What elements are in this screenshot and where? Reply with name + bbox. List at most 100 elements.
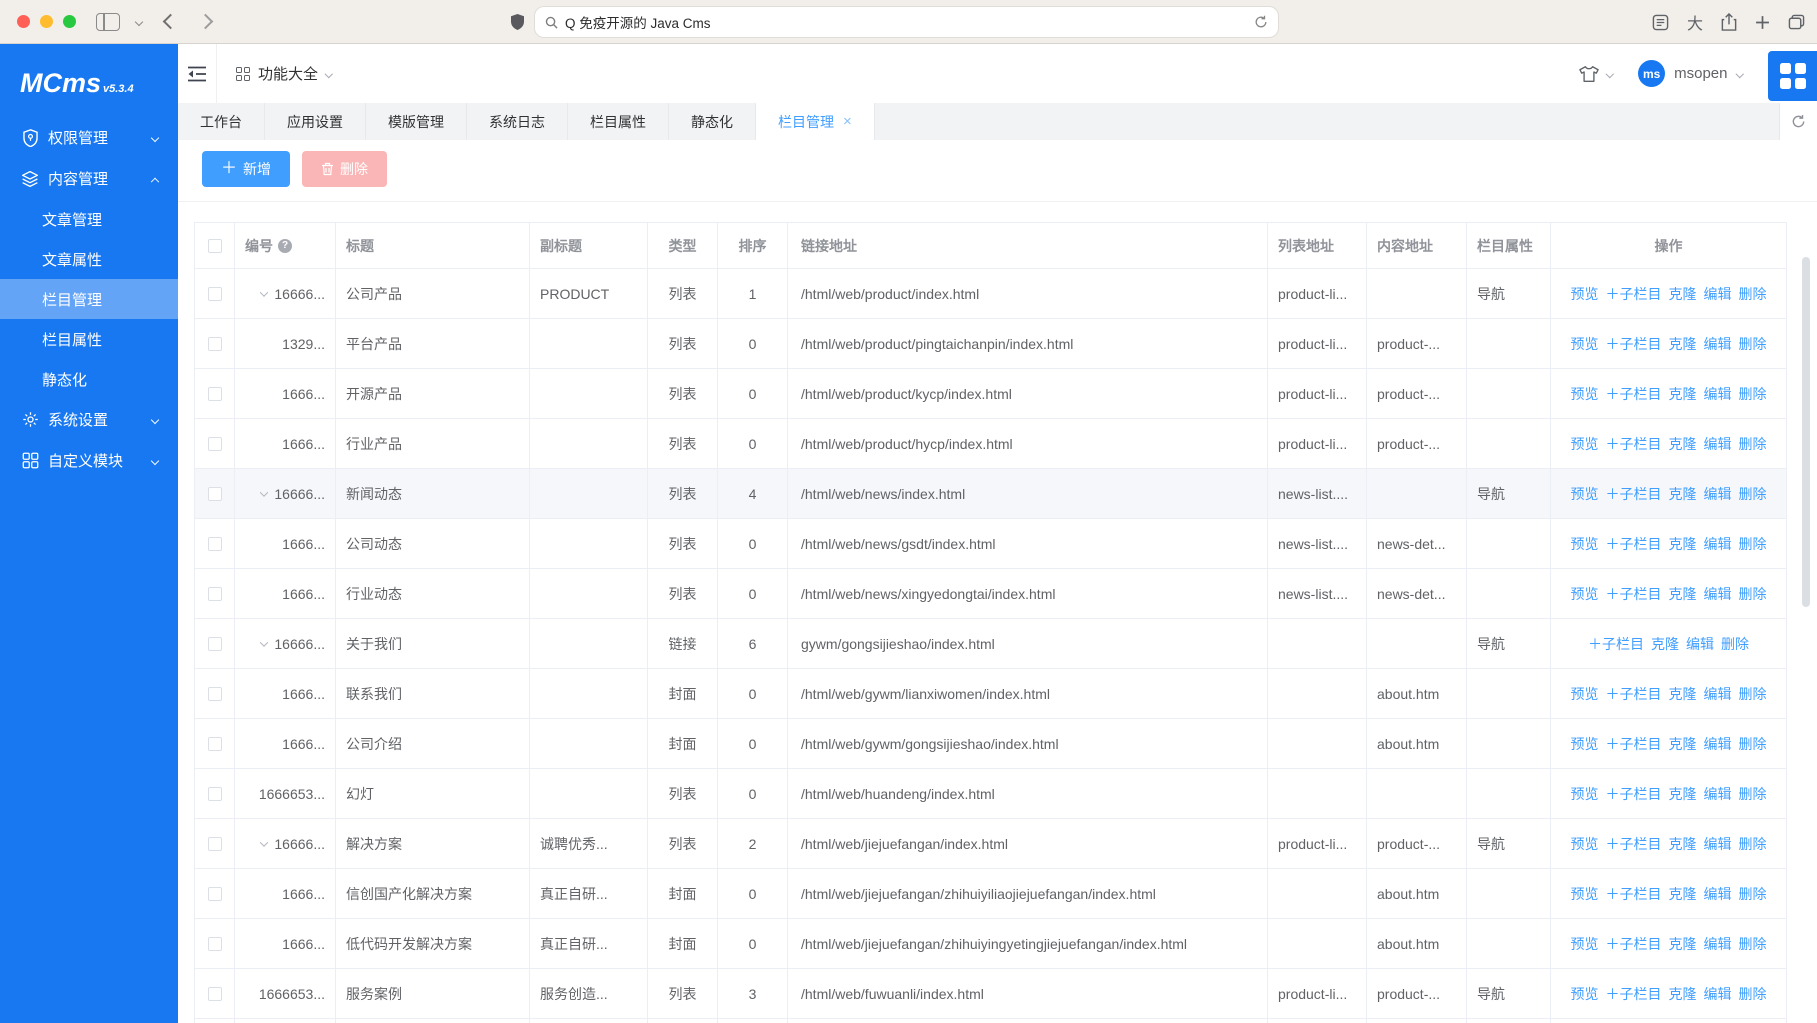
action-preview[interactable]: 预览	[1571, 534, 1599, 554]
action-clone[interactable]: 克隆	[1669, 934, 1697, 954]
action-delete[interactable]: 删除	[1739, 434, 1767, 454]
action-add-child[interactable]: ＋子栏目	[1606, 984, 1662, 1004]
action-clone[interactable]: 克隆	[1669, 684, 1697, 704]
action-edit[interactable]: 编辑	[1704, 834, 1732, 854]
app-grid-button[interactable]	[1768, 51, 1817, 101]
expand-row-icon[interactable]	[260, 638, 268, 646]
tab-工作台[interactable]: 工作台	[178, 103, 265, 140]
action-delete[interactable]: 删除	[1739, 984, 1767, 1004]
collapse-sidebar-icon[interactable]	[187, 65, 207, 83]
action-edit[interactable]: 编辑	[1704, 684, 1732, 704]
action-clone[interactable]: 克隆	[1669, 734, 1697, 754]
row-checkbox[interactable]	[208, 387, 222, 401]
sidebar-item-文章属性[interactable]: 文章属性	[0, 239, 178, 279]
action-preview[interactable]: 预览	[1571, 834, 1599, 854]
action-add-child[interactable]: ＋子栏目	[1606, 434, 1662, 454]
action-edit[interactable]: 编辑	[1704, 284, 1732, 304]
add-button[interactable]: ＋ 新增	[202, 151, 290, 187]
action-clone[interactable]: 克隆	[1669, 884, 1697, 904]
action-clone[interactable]: 克隆	[1669, 584, 1697, 604]
action-edit[interactable]: 编辑	[1704, 784, 1732, 804]
action-add-child[interactable]: ＋子栏目	[1588, 634, 1644, 654]
action-add-child[interactable]: ＋子栏目	[1606, 584, 1662, 604]
sidebar-item-栏目属性[interactable]: 栏目属性	[0, 319, 178, 359]
action-edit[interactable]: 编辑	[1704, 884, 1732, 904]
close-tab-icon[interactable]: ×	[843, 114, 852, 129]
action-clone[interactable]: 克隆	[1669, 834, 1697, 854]
row-checkbox[interactable]	[208, 737, 222, 751]
tab-应用设置[interactable]: 应用设置	[265, 103, 366, 140]
tab-模版管理[interactable]: 模版管理	[366, 103, 467, 140]
action-delete[interactable]: 删除	[1739, 484, 1767, 504]
tab-overview-icon[interactable]	[1788, 14, 1805, 30]
row-checkbox[interactable]	[208, 937, 222, 951]
action-preview[interactable]: 预览	[1571, 684, 1599, 704]
tab-静态化[interactable]: 静态化	[669, 103, 756, 140]
action-edit[interactable]: 编辑	[1704, 434, 1732, 454]
sidebar-group-系统设置[interactable]: 系统设置	[0, 399, 178, 440]
row-checkbox[interactable]	[208, 587, 222, 601]
action-preview[interactable]: 预览	[1571, 784, 1599, 804]
user-menu[interactable]: ms msopen	[1638, 60, 1742, 87]
action-clone[interactable]: 克隆	[1669, 784, 1697, 804]
new-tab-icon[interactable]	[1755, 15, 1770, 30]
reader-icon[interactable]	[1652, 14, 1669, 31]
action-edit[interactable]: 编辑	[1686, 634, 1714, 654]
action-add-child[interactable]: ＋子栏目	[1606, 784, 1662, 804]
action-delete[interactable]: 删除	[1739, 934, 1767, 954]
sidebar-item-文章管理[interactable]: 文章管理	[0, 199, 178, 239]
action-add-child[interactable]: ＋子栏目	[1606, 534, 1662, 554]
action-preview[interactable]: 预览	[1571, 434, 1599, 454]
row-checkbox[interactable]	[208, 537, 222, 551]
action-delete[interactable]: 删除	[1739, 684, 1767, 704]
refresh-tab-button[interactable]	[1779, 103, 1817, 140]
sidebar-group-自定义模块[interactable]: 自定义模块	[0, 440, 178, 481]
function-menu[interactable]: 功能大全	[236, 63, 332, 84]
action-preview[interactable]: 预览	[1571, 484, 1599, 504]
delete-button[interactable]: 删除	[302, 151, 387, 187]
chevron-down-icon[interactable]	[135, 18, 143, 26]
row-checkbox[interactable]	[208, 287, 222, 301]
tab-栏目属性[interactable]: 栏目属性	[568, 103, 669, 140]
action-delete[interactable]: 删除	[1739, 384, 1767, 404]
row-checkbox[interactable]	[208, 687, 222, 701]
action-preview[interactable]: 预览	[1571, 984, 1599, 1004]
action-edit[interactable]: 编辑	[1704, 934, 1732, 954]
action-clone[interactable]: 克隆	[1651, 634, 1679, 654]
reload-icon[interactable]	[1254, 15, 1268, 29]
row-checkbox[interactable]	[208, 837, 222, 851]
action-edit[interactable]: 编辑	[1704, 384, 1732, 404]
row-checkbox[interactable]	[208, 887, 222, 901]
text-size-icon[interactable]: 大	[1687, 10, 1703, 34]
sidebar-item-栏目管理[interactable]: 栏目管理	[0, 279, 178, 319]
action-preview[interactable]: 预览	[1571, 584, 1599, 604]
action-preview[interactable]: 预览	[1571, 334, 1599, 354]
row-checkbox[interactable]	[208, 637, 222, 651]
action-clone[interactable]: 克隆	[1669, 484, 1697, 504]
row-checkbox[interactable]	[208, 337, 222, 351]
expand-row-icon[interactable]	[260, 488, 268, 496]
action-delete[interactable]: 删除	[1739, 534, 1767, 554]
action-delete[interactable]: 删除	[1721, 634, 1749, 654]
expand-row-icon[interactable]	[260, 838, 268, 846]
sidebar-group-内容管理[interactable]: 内容管理	[0, 158, 178, 199]
action-clone[interactable]: 克隆	[1669, 384, 1697, 404]
back-button[interactable]	[163, 14, 179, 30]
action-add-child[interactable]: ＋子栏目	[1606, 484, 1662, 504]
select-all-checkbox[interactable]	[208, 239, 222, 253]
zoom-window-button[interactable]	[63, 15, 76, 28]
action-edit[interactable]: 编辑	[1704, 984, 1732, 1004]
address-bar[interactable]: Q 免疫开源的 Java Cms	[535, 7, 1278, 37]
tab-系统日志[interactable]: 系统日志	[467, 103, 568, 140]
help-icon[interactable]: ?	[278, 239, 292, 253]
action-preview[interactable]: 预览	[1571, 884, 1599, 904]
action-edit[interactable]: 编辑	[1704, 484, 1732, 504]
action-add-child[interactable]: ＋子栏目	[1606, 334, 1662, 354]
action-edit[interactable]: 编辑	[1704, 584, 1732, 604]
row-checkbox[interactable]	[208, 437, 222, 451]
row-checkbox[interactable]	[208, 787, 222, 801]
action-delete[interactable]: 删除	[1739, 784, 1767, 804]
forward-button[interactable]	[198, 14, 214, 30]
sidebar-group-权限管理[interactable]: 权限管理	[0, 117, 178, 158]
row-checkbox[interactable]	[208, 987, 222, 1001]
